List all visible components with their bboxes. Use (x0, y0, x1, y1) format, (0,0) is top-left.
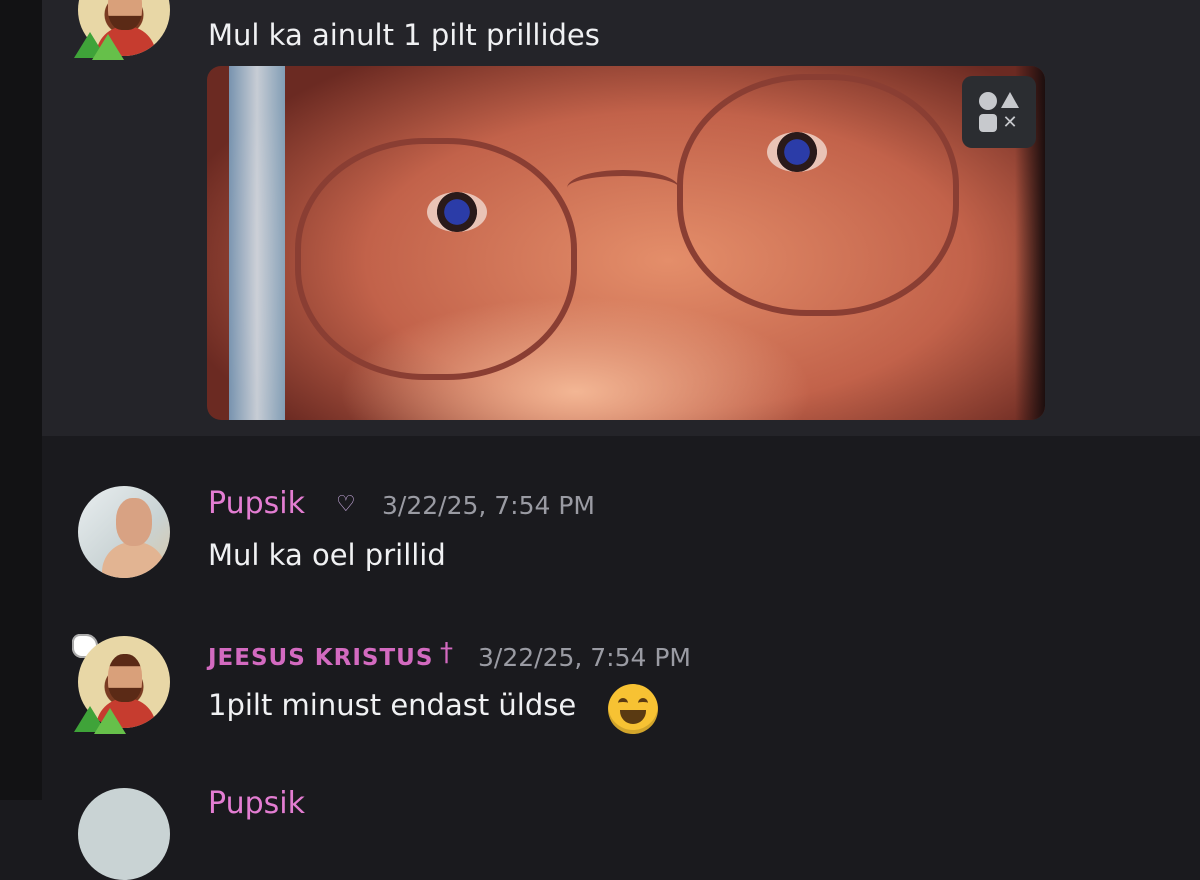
avatar-head (116, 498, 152, 546)
username[interactable]: JEESUS KRISTUS (208, 645, 433, 671)
grass-decoration-icon (94, 708, 126, 734)
message-timestamp[interactable]: 3/22/25, 7:54 PM (382, 491, 595, 520)
avatar-body (102, 542, 166, 578)
grass-decoration-icon (92, 34, 124, 60)
message-text: 1pilt minust endast üldse (208, 688, 577, 722)
glasses-lens-right (677, 74, 959, 316)
glasses-bridge (567, 170, 679, 206)
avatar-pupsik[interactable] (78, 486, 170, 578)
image-attachment[interactable] (207, 66, 1045, 420)
heart-outline-icon: ♡ (336, 492, 356, 517)
message-text: Mul ka oel prillid (208, 538, 446, 572)
eye-right (767, 132, 827, 172)
message-text: Mul ka ainult 1 pilt prillides (208, 18, 600, 52)
message-timestamp[interactable]: 3/22/25, 7:54 PM (478, 643, 691, 672)
cross-icon: † (440, 638, 453, 668)
avatar-pupsik[interactable] (78, 788, 170, 880)
grinning-face-emoji-icon (608, 684, 658, 734)
image-detail-strip (229, 66, 285, 420)
username[interactable]: Pupsik (208, 786, 305, 821)
avatar-face (108, 654, 142, 702)
username[interactable]: Pupsik (208, 486, 305, 521)
media-menu-button[interactable]: ✕ (962, 76, 1036, 148)
avatar-face (108, 0, 142, 30)
eye-left (427, 192, 487, 232)
glasses-lens-left (295, 138, 577, 380)
media-menu-icon: ✕ (979, 92, 1019, 132)
left-rail (0, 0, 42, 800)
